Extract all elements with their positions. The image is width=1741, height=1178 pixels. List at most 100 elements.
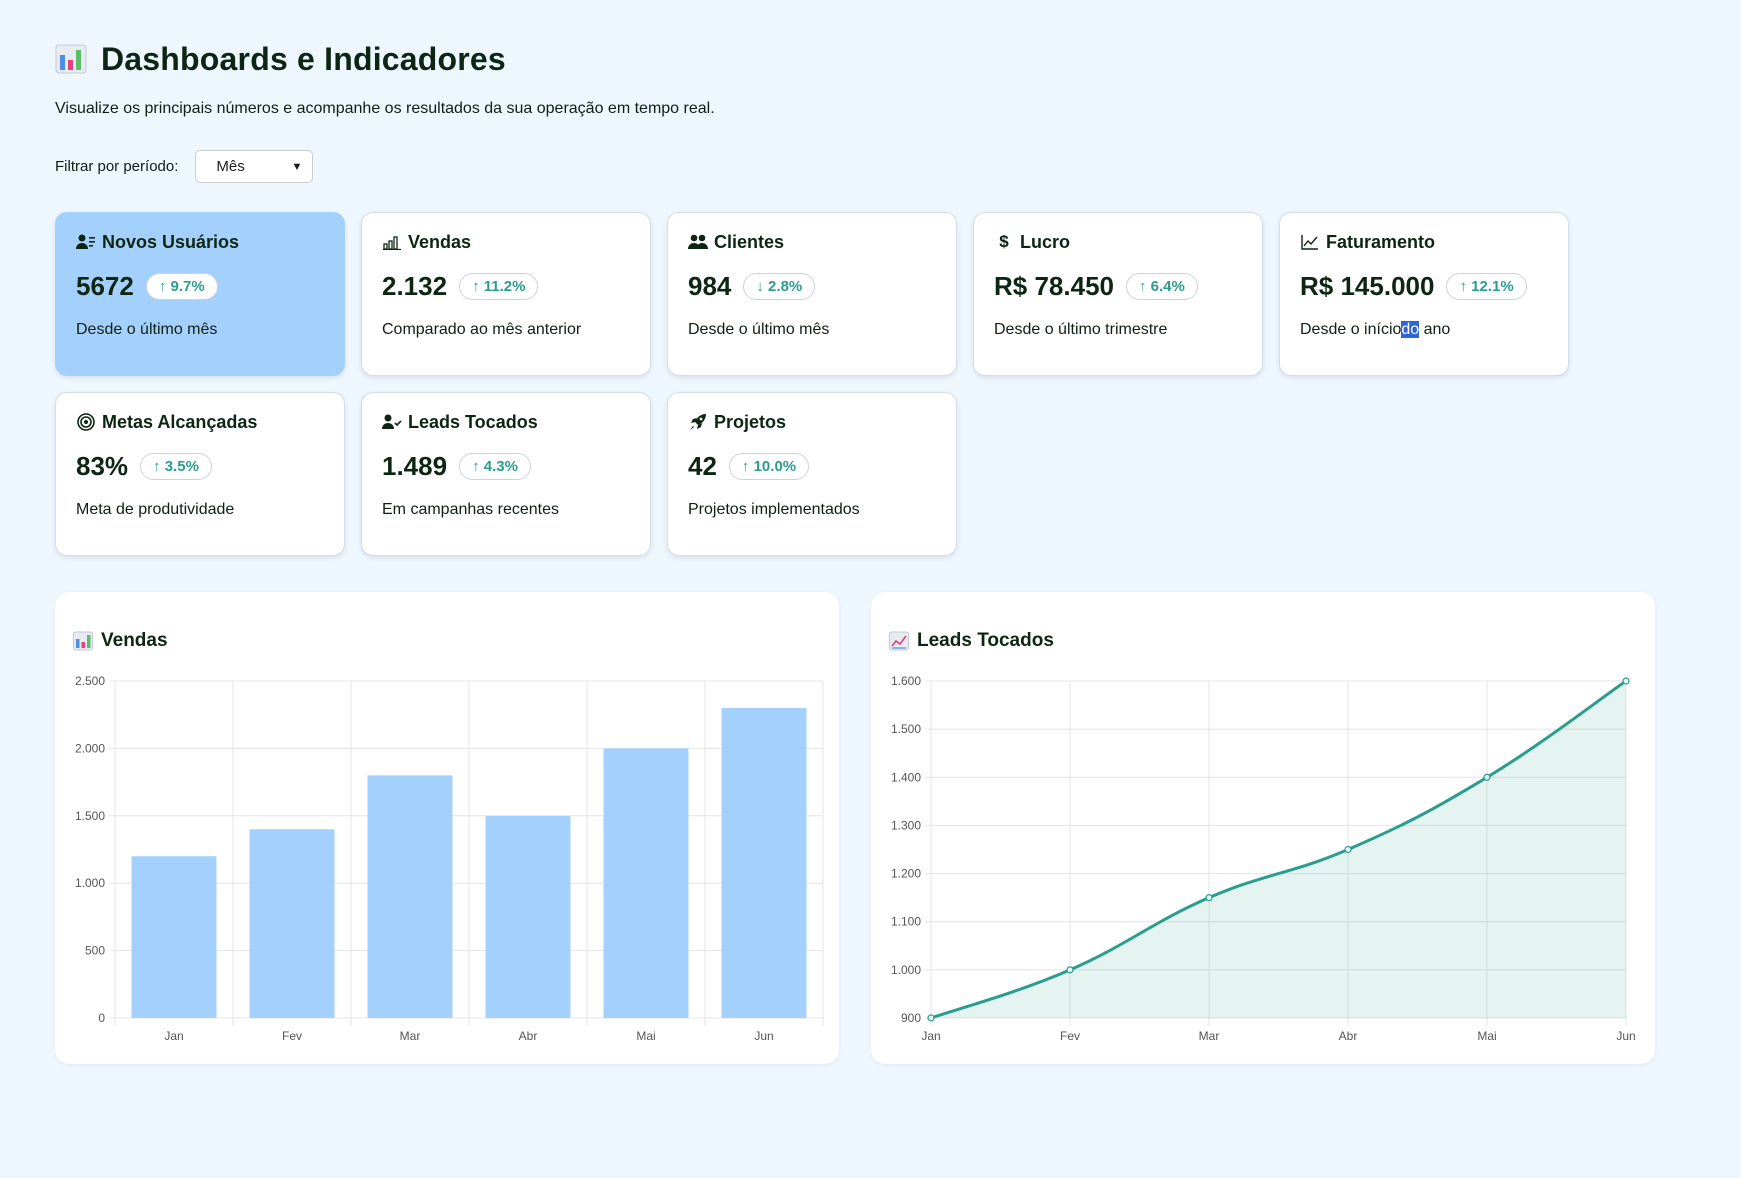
y-tick-label: 1.100 (891, 915, 921, 929)
x-tick-label: Jun (1616, 1029, 1635, 1043)
card-value: 984 (688, 270, 732, 301)
card-description: Desde o iníciodo ano (1300, 321, 1548, 339)
card-title: Metas Alcançadas (102, 411, 258, 432)
vendas-bar-chart: 0 500 1.000 1.500 2.000 2.500 Jan Fev Mar Abr Mai J… (75, 674, 824, 1043)
card-title: Leads Tocados (408, 411, 538, 432)
period-filter: Filtrar por período: Mês ▼ (55, 150, 314, 183)
target-icon (76, 413, 96, 431)
period-select[interactable]: Mês ▼ (195, 150, 314, 183)
rocket-icon (688, 413, 708, 431)
delta-badge: ↑ 3.5% (140, 452, 212, 480)
card-value: 2.132 (382, 270, 448, 301)
card-novos-usuarios[interactable]: Novos Usuários 5672 ↑ 9.7% Desde o últim… (55, 212, 345, 376)
data-point (1344, 845, 1352, 854)
x-tick-label: Mai (1477, 1029, 1496, 1043)
y-tick-label: 1.000 (75, 876, 105, 890)
x-tick-label: Mar (1199, 1029, 1220, 1043)
card-value: 1.489 (382, 450, 448, 481)
leads-line-chart: 900 1.000 1.100 1.200 1.300 1.400 1.500 1.600 Ja… (891, 674, 1636, 1043)
dashboard-page: Dashboards e Indicadores Visualize os pr… (55, 38, 1655, 556)
x-tick-label: Abr (519, 1029, 538, 1043)
y-tick-label: 1.300 (891, 818, 921, 832)
bar (249, 829, 335, 1018)
bar (131, 856, 217, 1018)
card-title: Novos Usuários (102, 231, 240, 252)
card-value: R$ 145.000 (1300, 270, 1435, 301)
data-point (1205, 894, 1213, 902)
data-point (1066, 966, 1074, 974)
y-tick-label: 1.200 (891, 867, 921, 881)
delta-badge: ↑ 6.4% (1125, 272, 1198, 300)
y-tick-label: 1.400 (891, 770, 921, 784)
bar (721, 707, 807, 1018)
page-header: Dashboards e Indicadores (55, 38, 1655, 80)
x-tick-label: Jun (754, 1029, 773, 1043)
leads-chart-panel: Leads Tocados 900 1.000 1.100 1.200 1.300 1.4… (871, 592, 1655, 1064)
vendas-chart-panel: Vendas 0 500 1.000 1.500 2.000 2.500 Jan Fev Mar… (55, 592, 839, 1064)
delta-badge: ↑ 11.2% (459, 272, 539, 300)
card-description: Desde o último mês (76, 321, 218, 338)
user-check-icon (382, 413, 402, 431)
card-faturamento[interactable]: Faturamento R$ 145.000 ↑ 12.1% Desde o i… (1279, 212, 1569, 376)
card-clientes[interactable]: Clientes 984 ↓ 2.8% Desde o último mês (667, 212, 957, 376)
card-description: Comparado ao mês anterior (382, 321, 582, 338)
card-description: Meta de produtividade (76, 501, 235, 518)
y-tick-label: 900 (901, 1011, 921, 1025)
x-tick-label: Fev (1060, 1029, 1080, 1043)
x-tick-label: Mai (636, 1029, 655, 1043)
dollar-icon: $ (999, 232, 1009, 251)
card-metas-alcancadas[interactable]: Metas Alcançadas 83% ↑ 3.5% Meta de prod… (55, 392, 345, 556)
area-fill (931, 681, 1626, 1018)
x-tick-label: Abr (1339, 1029, 1358, 1043)
delta-badge: ↑ 4.3% (459, 452, 531, 480)
card-description: Desde o último mês (688, 321, 830, 338)
y-tick-label: 2.500 (75, 674, 105, 688)
y-tick-label: 2.000 (75, 741, 105, 755)
bar (603, 748, 689, 1018)
delta-badge: ↑ 10.0% (728, 452, 810, 480)
x-tick-label: Jan (921, 1029, 940, 1043)
y-tick-label: 1.500 (75, 809, 105, 823)
filter-label: Filtrar por período: (55, 158, 179, 175)
delta-badge: ↑ 9.7% (145, 272, 218, 300)
card-title: Lucro (1020, 231, 1071, 252)
card-value: R$ 78.450 (994, 270, 1114, 301)
card-title: Vendas (408, 231, 472, 252)
delta-badge: ↑ 12.1% (1446, 272, 1527, 300)
delta-badge: ↓ 2.8% (743, 272, 816, 300)
bar-chart-icon (55, 44, 87, 74)
y-tick-label: 500 (85, 944, 105, 958)
y-tick-label: 1.000 (891, 963, 921, 977)
data-point (1622, 677, 1630, 685)
page-subtitle: Visualize os principais números e acompa… (55, 100, 715, 117)
card-projetos[interactable]: Projetos 42 ↑ 10.0% Projetos implementad… (667, 392, 957, 556)
card-vendas[interactable]: Vendas 2.132 ↑ 11.2% Comparado ao mês an… (361, 212, 651, 376)
bar (367, 775, 453, 1018)
data-point (927, 1014, 935, 1022)
x-tick-label: Jan (164, 1029, 183, 1043)
y-tick-label: 0 (98, 1011, 105, 1025)
desc-text: Desde o início (1300, 321, 1402, 338)
page-title: Dashboards e Indicadores (101, 40, 506, 77)
text-selection: do (1401, 321, 1420, 338)
y-tick-label: 1.600 (891, 674, 921, 688)
period-select-value: Mês (216, 158, 245, 175)
card-description: Projetos implementados (688, 501, 860, 518)
users-icon (688, 233, 708, 251)
card-title: Projetos (714, 411, 787, 432)
card-description: Desde o último trimestre (994, 321, 1168, 338)
x-tick-label: Mar (400, 1029, 421, 1043)
y-tick-label: 1.500 (891, 722, 921, 736)
card-value: 5672 (76, 270, 134, 301)
desc-text: ano (1419, 321, 1451, 338)
card-value: 42 (688, 450, 717, 481)
card-leads-tocados[interactable]: Leads Tocados 1.489 ↑ 4.3% Em campanhas … (361, 392, 651, 556)
card-title: Faturamento (1326, 231, 1436, 252)
chevron-down-icon: ▼ (291, 160, 303, 173)
card-lucro[interactable]: $ Lucro R$ 78.450 ↑ 6.4% Desde o último … (973, 212, 1263, 376)
user-list-icon (76, 233, 96, 251)
trend-line-icon (1300, 233, 1320, 251)
card-description: Em campanhas recentes (382, 501, 559, 518)
bar-signal-icon (382, 233, 402, 251)
data-point (1483, 773, 1491, 781)
